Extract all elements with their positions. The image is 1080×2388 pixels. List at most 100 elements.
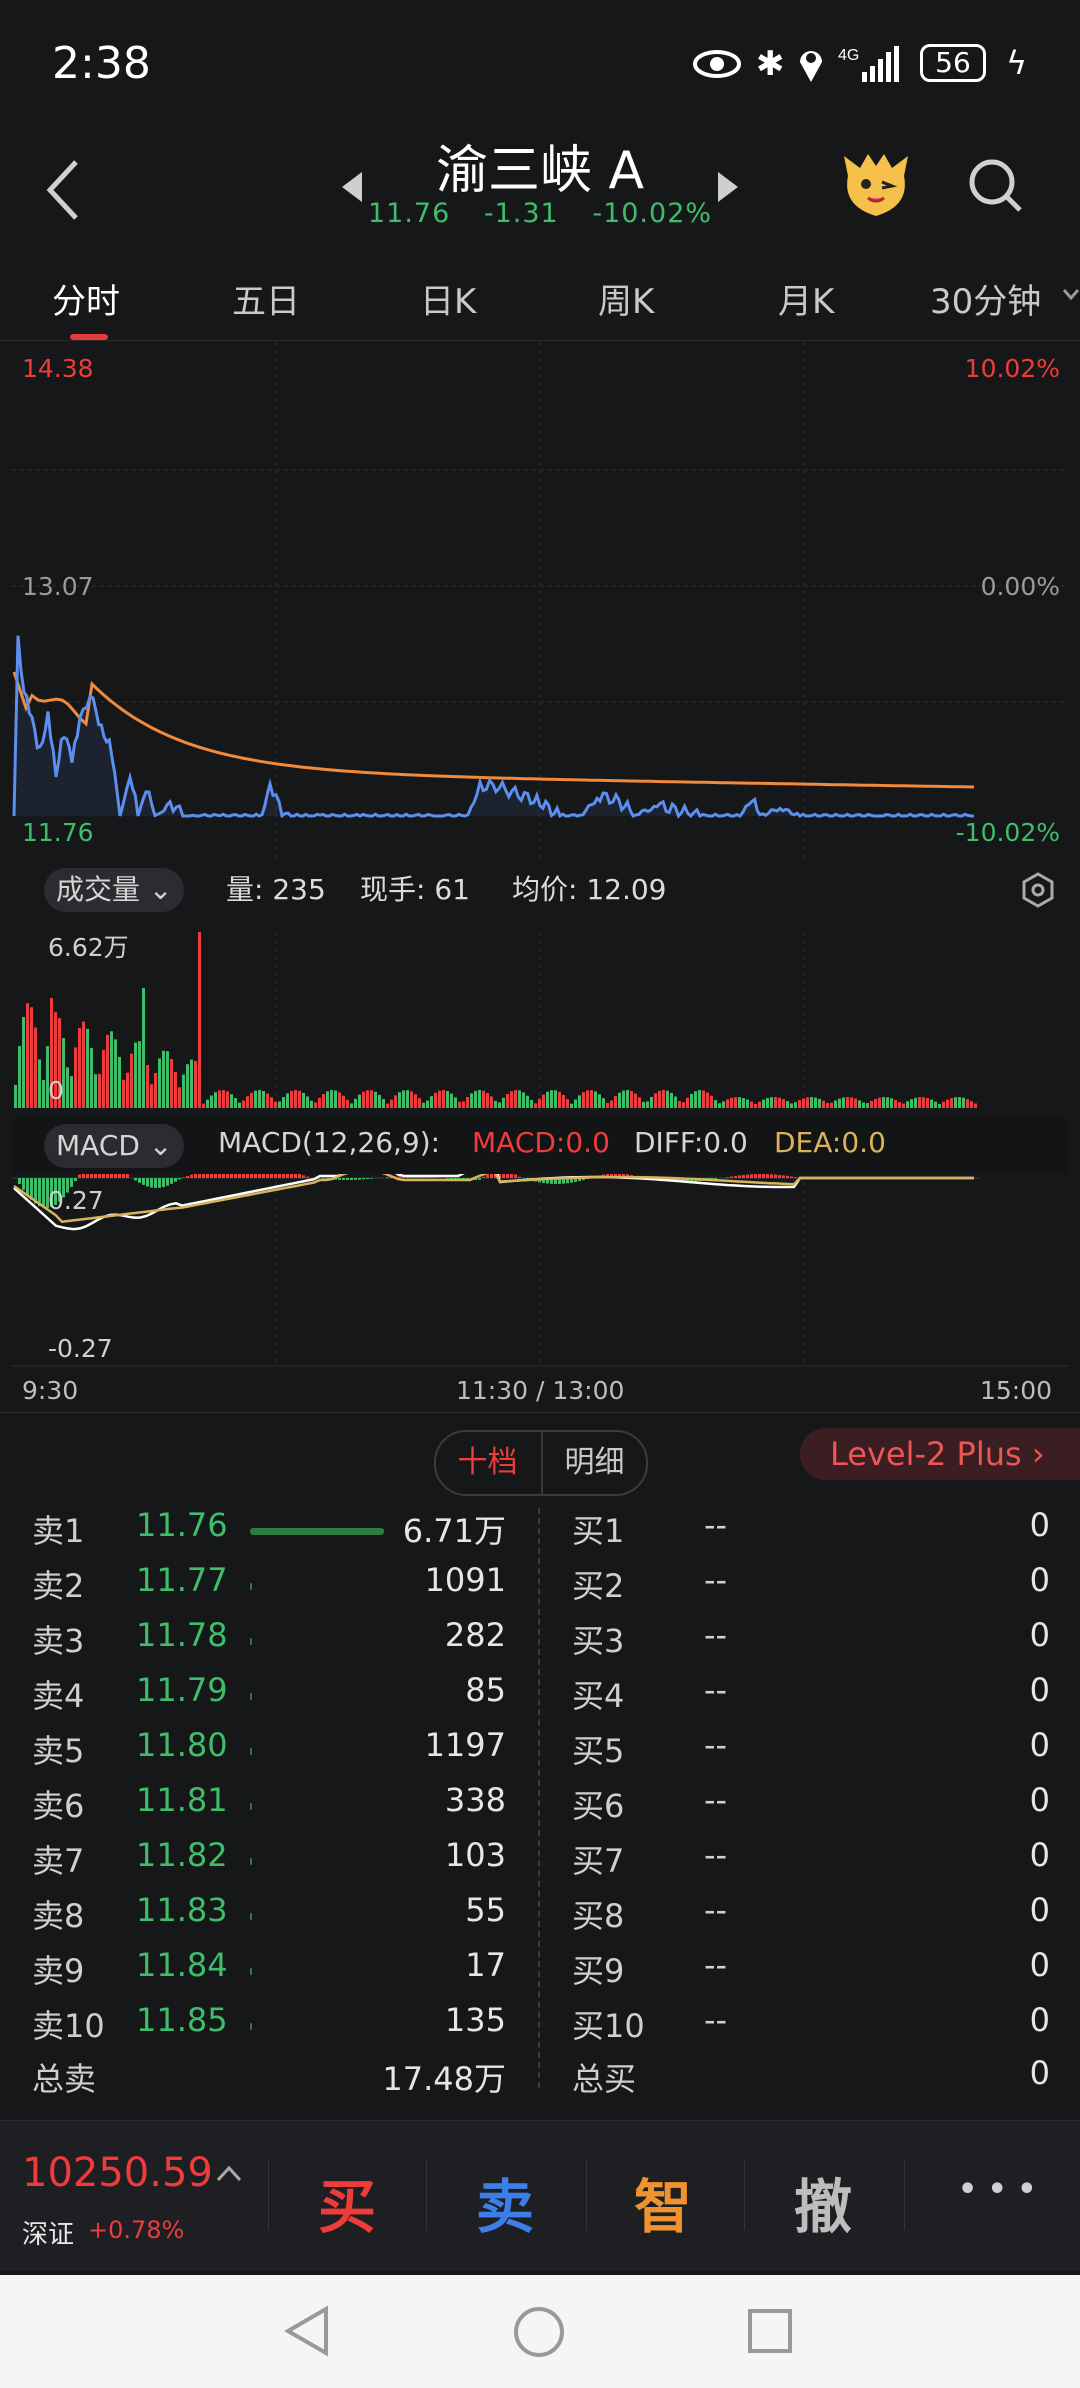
volume-bar [574,1099,577,1108]
macd-bar [786,1175,789,1178]
ask-volume-bar [250,1693,252,1700]
volume-bar [822,1100,825,1108]
volume-bar [714,1100,717,1108]
ask-level-label: 卖9 [32,1952,85,1990]
order-book-row[interactable]: 卖8 11.83 55 买8 -- 0 [0,1891,1080,1946]
volume-bar [874,1098,877,1108]
macd-selector[interactable]: MACD ⌄ [44,1124,185,1168]
volume-bar [818,1098,821,1108]
tab-ten-levels[interactable]: 十档 [436,1432,539,1494]
index-change-pct: +0.78% [88,2216,185,2244]
tab-trade-details[interactable]: 明细 [541,1432,646,1494]
volume-bar [42,1079,45,1108]
search-icon[interactable] [966,156,1026,216]
ask-volume-bar [250,2023,252,2030]
volume-bar [706,1092,709,1108]
volume-bar [414,1094,417,1108]
tab-30min[interactable]: 30分钟 [930,274,1041,323]
nav-recents-icon[interactable] [746,2307,794,2355]
tab-intraday[interactable]: 分时 [52,274,120,323]
volume-bar [142,988,145,1108]
level2-plus-button[interactable]: Level-2 Plus › [800,1428,1080,1480]
nav-back-icon[interactable] [284,2305,330,2357]
chevron-up-icon[interactable] [216,2164,242,2182]
tab-daily-k[interactable]: 日K [420,274,476,323]
volume-bar [566,1099,569,1108]
volume-bar [86,1028,89,1108]
order-book-row[interactable]: 卖6 11.81 338 买6 -- 0 [0,1781,1080,1836]
volume-bar [690,1093,693,1108]
mascot-icon[interactable] [838,146,914,222]
macd-bar [18,1178,21,1185]
tab-five-day[interactable]: 五日 [232,274,300,323]
macd-bar [762,1174,765,1178]
volume-bar [258,1090,261,1108]
more-options-button[interactable]: • • • [958,2172,1036,2207]
cancel-order-button[interactable]: 撤 [794,2160,852,2244]
order-book-row[interactable]: 卖1 11.76 6.71万 买1 -- 0 [0,1506,1080,1561]
macd-bar [770,1174,773,1178]
macd-bar [298,1173,301,1178]
tab-weekly-k[interactable]: 周K [598,274,654,323]
index-value[interactable]: 10250.59 [22,2150,213,2196]
volume-selector[interactable]: 成交量 ⌄ [44,868,185,912]
volume-bar [838,1098,841,1108]
macd-value: MACD:0.0 [472,1126,610,1159]
battery-level: 56 [935,46,971,79]
macd-bar [774,1174,777,1178]
settings-gear-icon[interactable] [1020,872,1056,908]
volume-bar [970,1101,973,1108]
ask-volume-bar [250,1638,252,1645]
order-book-row[interactable]: 卖2 11.77 1091 买2 -- 0 [0,1561,1080,1616]
bid-price: -- [704,1836,728,1874]
ask-volume: 55 [465,1891,506,1929]
volume-bar [654,1093,657,1108]
volume-bar [702,1090,705,1108]
volume-bar [82,1021,85,1108]
volume-bar [478,1090,481,1108]
smart-button[interactable]: 智 [634,2160,692,2244]
volume-bar [594,1091,597,1108]
macd-bar [518,1176,521,1178]
volume-bar [666,1090,669,1108]
order-book-row[interactable]: 卖5 11.80 1197 买5 -- 0 [0,1726,1080,1781]
volume-bar [778,1097,781,1108]
order-book-row[interactable]: 卖4 11.79 85 买4 -- 0 [0,1671,1080,1726]
volume-bar [562,1094,565,1108]
bid-volume: 0 [1029,1616,1050,1654]
volume-bar [146,1064,149,1108]
volume-bar [70,1076,73,1108]
bid-level-label: 买4 [572,1677,625,1715]
volume-bar [646,1101,649,1108]
volume-bar [174,1072,177,1108]
volume-bar [222,1090,225,1108]
buy-button[interactable]: 买 [318,2160,376,2244]
volume-bar [166,1051,169,1108]
order-book-row[interactable]: 卖10 11.85 135 买10 -- 0 [0,2001,1080,2056]
volume-bar [310,1100,313,1108]
nav-home-icon[interactable] [512,2305,566,2359]
volume-bar [278,1101,281,1108]
volume-bar [462,1101,465,1108]
tab-monthly-k[interactable]: 月K [778,274,834,323]
order-book-row[interactable]: 卖9 11.84 17 买9 -- 0 [0,1946,1080,2001]
ask-volume: 17 [465,1946,506,1984]
macd-bar [138,1178,141,1183]
total-sell-value: 17.48万 [382,2060,506,2098]
order-book-row[interactable]: 卖3 11.78 282 买3 -- 0 [0,1616,1080,1671]
stock-change: -1.31 [483,198,559,229]
order-book-row[interactable]: 卖7 11.82 103 买7 -- 0 [0,1836,1080,1891]
ask-volume-bar [250,1583,252,1590]
volume-bar [558,1091,561,1108]
volume-bar [598,1094,601,1108]
ask-price: 11.77 [136,1561,228,1599]
ask-volume-bar [250,1913,252,1920]
ask-price: 11.81 [136,1781,228,1819]
level2-label: Level-2 Plus [830,1435,1022,1473]
volume-bar [806,1097,809,1108]
sell-button[interactable]: 卖 [476,2160,534,2244]
ask-price: 11.82 [136,1836,228,1874]
volume-bar [850,1097,853,1108]
volume-bar [138,1041,141,1108]
volume-bar [878,1097,881,1108]
